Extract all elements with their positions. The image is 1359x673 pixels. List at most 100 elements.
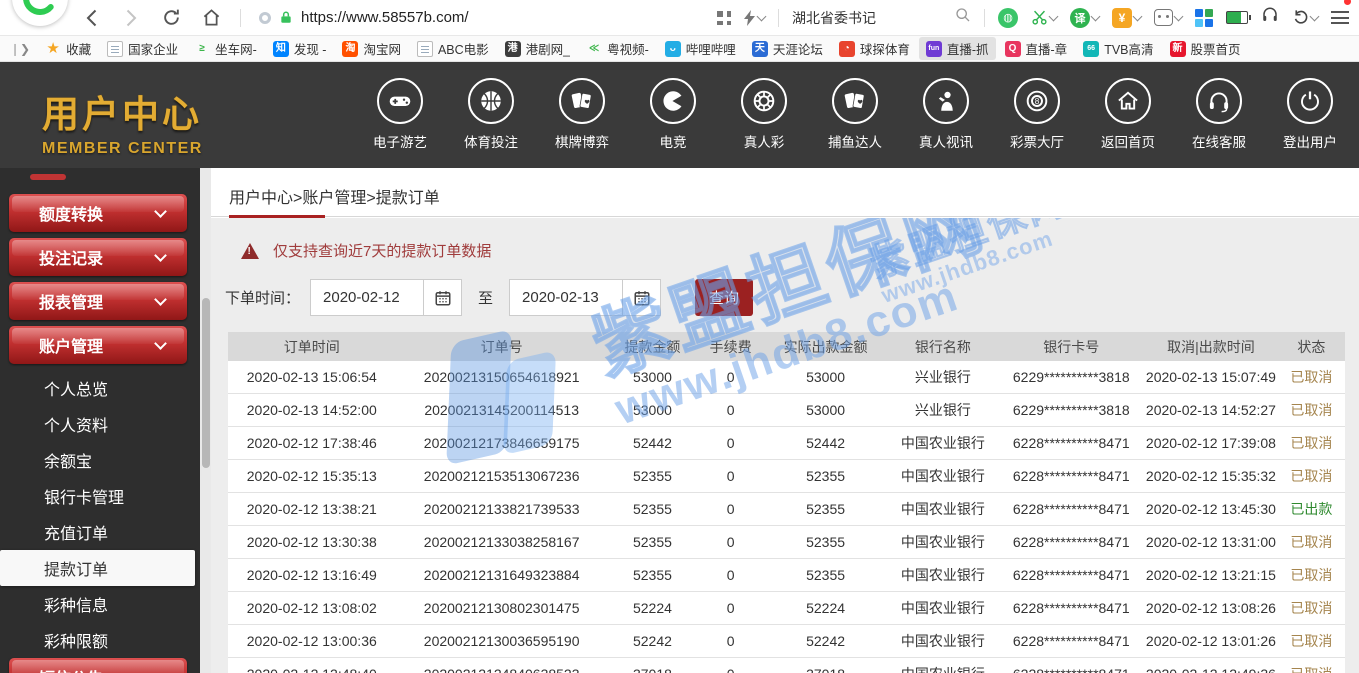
table-cell: 中国农业银行	[887, 493, 999, 525]
game-box-button[interactable]	[1154, 9, 1182, 26]
bookmark-item[interactable]: 天天涯论坛	[745, 37, 830, 60]
calendar-icon[interactable]	[622, 280, 660, 315]
sidebar-scrollbar[interactable]	[200, 168, 211, 673]
battery-icon[interactable]	[1226, 11, 1248, 24]
column-header: 提款金额	[608, 332, 697, 361]
bookmark-item[interactable]: ≥坐车网-	[187, 37, 264, 60]
header-nav-headset[interactable]: 在线客服	[1188, 78, 1250, 151]
table-row[interactable]: 2020-02-12 13:38:21202002121338217395335…	[228, 493, 1345, 526]
date-to-value[interactable]: 2020-02-13	[510, 289, 622, 306]
bookmarks-sidebar-toggle[interactable]: ❘❯	[10, 42, 30, 56]
table-cell: 52242	[608, 625, 697, 657]
site-info-icon[interactable]	[259, 12, 271, 24]
header-nav-roulette[interactable]: 真人彩	[733, 78, 795, 151]
header-nav-cards[interactable]: 棋牌博弈	[551, 78, 613, 151]
sidebar-sub-item[interactable]: 彩种信息	[0, 586, 200, 622]
search-icon[interactable]	[955, 7, 971, 28]
sidebar-group-item[interactable]: 账户管理	[9, 326, 187, 364]
content-panel: 仅支持查询近7天的提款订单数据 下单时间： 2020-02-12 至 2020-…	[211, 218, 1359, 673]
table-row[interactable]: 2020-02-12 15:35:13202002121535130672365…	[228, 460, 1345, 493]
sidebar-sub-item[interactable]: 彩种限额	[0, 622, 200, 658]
bookmark-item[interactable]: ABC电影	[410, 37, 496, 60]
screenshot-button[interactable]	[1031, 9, 1057, 26]
bookmark-item[interactable]: ≪粤视频-	[579, 37, 656, 60]
table-row[interactable]: 2020-02-12 17:38:46202002121738466591755…	[228, 427, 1345, 460]
table-row[interactable]: 2020-02-12 13:08:02202002121308023014755…	[228, 592, 1345, 625]
table-row[interactable]: 2020-02-13 14:52:00202002131452001145135…	[228, 394, 1345, 427]
sidebar-group-item[interactable]: 短信公告	[9, 658, 187, 673]
table-cell: 20200212130036595190	[396, 625, 608, 657]
sidebar-group-item[interactable]: 报表管理	[9, 282, 187, 320]
column-header: 订单号	[396, 332, 608, 361]
bookmark-item[interactable]: 港港剧网_	[498, 37, 577, 60]
date-from-input[interactable]: 2020-02-12	[310, 279, 462, 316]
bookmark-item[interactable]: 知发现 -	[266, 37, 334, 60]
sidebar-sub-item[interactable]: 余额宝	[0, 442, 200, 478]
bookmark-item[interactable]: fun直播-抓	[919, 37, 996, 60]
url-text[interactable]: https://www.58557b.com/	[301, 9, 469, 26]
bookmark-item[interactable]: ◔球探体育	[832, 37, 917, 60]
bookmark-item[interactable]: ★收藏	[38, 37, 98, 60]
bookmark-item[interactable]: ᴗ哔哩哔哩	[658, 37, 743, 60]
sidebar-group-item[interactable]: 投注记录	[9, 238, 187, 276]
table-cell: 52224	[764, 592, 887, 624]
sidebar-sub-item[interactable]: 银行卡管理	[0, 478, 200, 514]
scrollbar-thumb[interactable]	[202, 298, 210, 468]
table-row[interactable]: 2020-02-13 15:06:54202002131506546189215…	[228, 361, 1345, 394]
table-cell: 0	[697, 394, 764, 426]
header-nav-basketball[interactable]: 体育投注	[460, 78, 522, 151]
browser-logo-icon[interactable]	[12, 0, 68, 26]
table-cell: 6228**********8471	[999, 526, 1144, 558]
undo-button[interactable]	[1292, 9, 1318, 26]
forward-button[interactable]	[120, 7, 142, 29]
sidebar-group-item[interactable]: 额度转换	[9, 194, 187, 232]
qr-code-icon[interactable]	[717, 11, 731, 25]
date-to-input[interactable]: 2020-02-13	[509, 279, 661, 316]
table-cell: 52355	[608, 526, 697, 558]
bookmark-item[interactable]: Q直播-章	[998, 37, 1075, 60]
header-nav-cards[interactable]: 捕鱼达人	[824, 78, 886, 151]
bookmark-item[interactable]: 国家企业	[100, 37, 185, 60]
table-cell: 52442	[608, 427, 697, 459]
table-row[interactable]: 2020-02-12 13:16:49202002121316493238845…	[228, 559, 1345, 592]
status-badge: 已取消	[1278, 559, 1345, 591]
wallet-icon[interactable]: ◍	[998, 8, 1018, 28]
sidebar-sub-item[interactable]: 个人总览	[0, 370, 200, 406]
table-cell: 0	[697, 361, 764, 393]
star-icon: ★	[45, 41, 61, 57]
header-nav-home[interactable]: 返回首页	[1097, 78, 1159, 151]
back-button[interactable]	[80, 7, 102, 29]
browser-search-input[interactable]: 湖北省委书记	[792, 8, 942, 28]
header-nav-eightball[interactable]: 8 彩票大厅	[1006, 78, 1068, 151]
sidebar-sub-item[interactable]: 提款订单	[0, 550, 195, 586]
table-cell: 53000	[608, 394, 697, 426]
sidebar-sub-item[interactable]: 充值订单	[0, 514, 200, 550]
translate-button[interactable]: 译	[1070, 8, 1099, 28]
speed-mode-button[interactable]	[744, 10, 765, 26]
date-from-value[interactable]: 2020-02-12	[311, 289, 423, 306]
table-cell: 2020-02-12 15:35:13	[228, 460, 396, 492]
headphones-icon[interactable]	[1261, 6, 1279, 29]
table-body: 2020-02-13 15:06:54202002131506546189215…	[228, 361, 1345, 673]
query-button[interactable]: 查询	[695, 279, 753, 316]
bookmark-item[interactable]: 淘淘宝网	[335, 37, 408, 60]
menu-icon[interactable]	[1331, 11, 1349, 24]
address-bar[interactable]: https://www.58557b.com/	[259, 9, 469, 26]
bookmark-item[interactable]: 66TVB高清	[1076, 37, 1160, 60]
header-nav-gamepad[interactable]: 电子游艺	[369, 78, 431, 151]
home-button[interactable]	[200, 7, 222, 29]
table-row[interactable]: 2020-02-12 13:00:36202002121300365951905…	[228, 625, 1345, 658]
status-badge: 已取消	[1278, 427, 1345, 459]
apps-grid-icon[interactable]	[1195, 9, 1213, 27]
sidebar-sub-item[interactable]: 个人资料	[0, 406, 200, 442]
refresh-button[interactable]	[160, 7, 182, 29]
table-cell: 0	[697, 625, 764, 657]
header-nav-person[interactable]: 真人视讯	[915, 78, 977, 151]
bookmark-item[interactable]: 新股票首页	[1163, 37, 1248, 60]
header-nav-pacman[interactable]: 电竞	[642, 78, 704, 151]
shield-icon[interactable]: ¥	[1112, 8, 1141, 28]
table-row[interactable]: 2020-02-12 12:48:40202002121248406385233…	[228, 658, 1345, 673]
header-nav-power[interactable]: 登出用户	[1279, 78, 1341, 151]
table-row[interactable]: 2020-02-12 13:30:38202002121330382581675…	[228, 526, 1345, 559]
calendar-icon[interactable]	[423, 280, 461, 315]
